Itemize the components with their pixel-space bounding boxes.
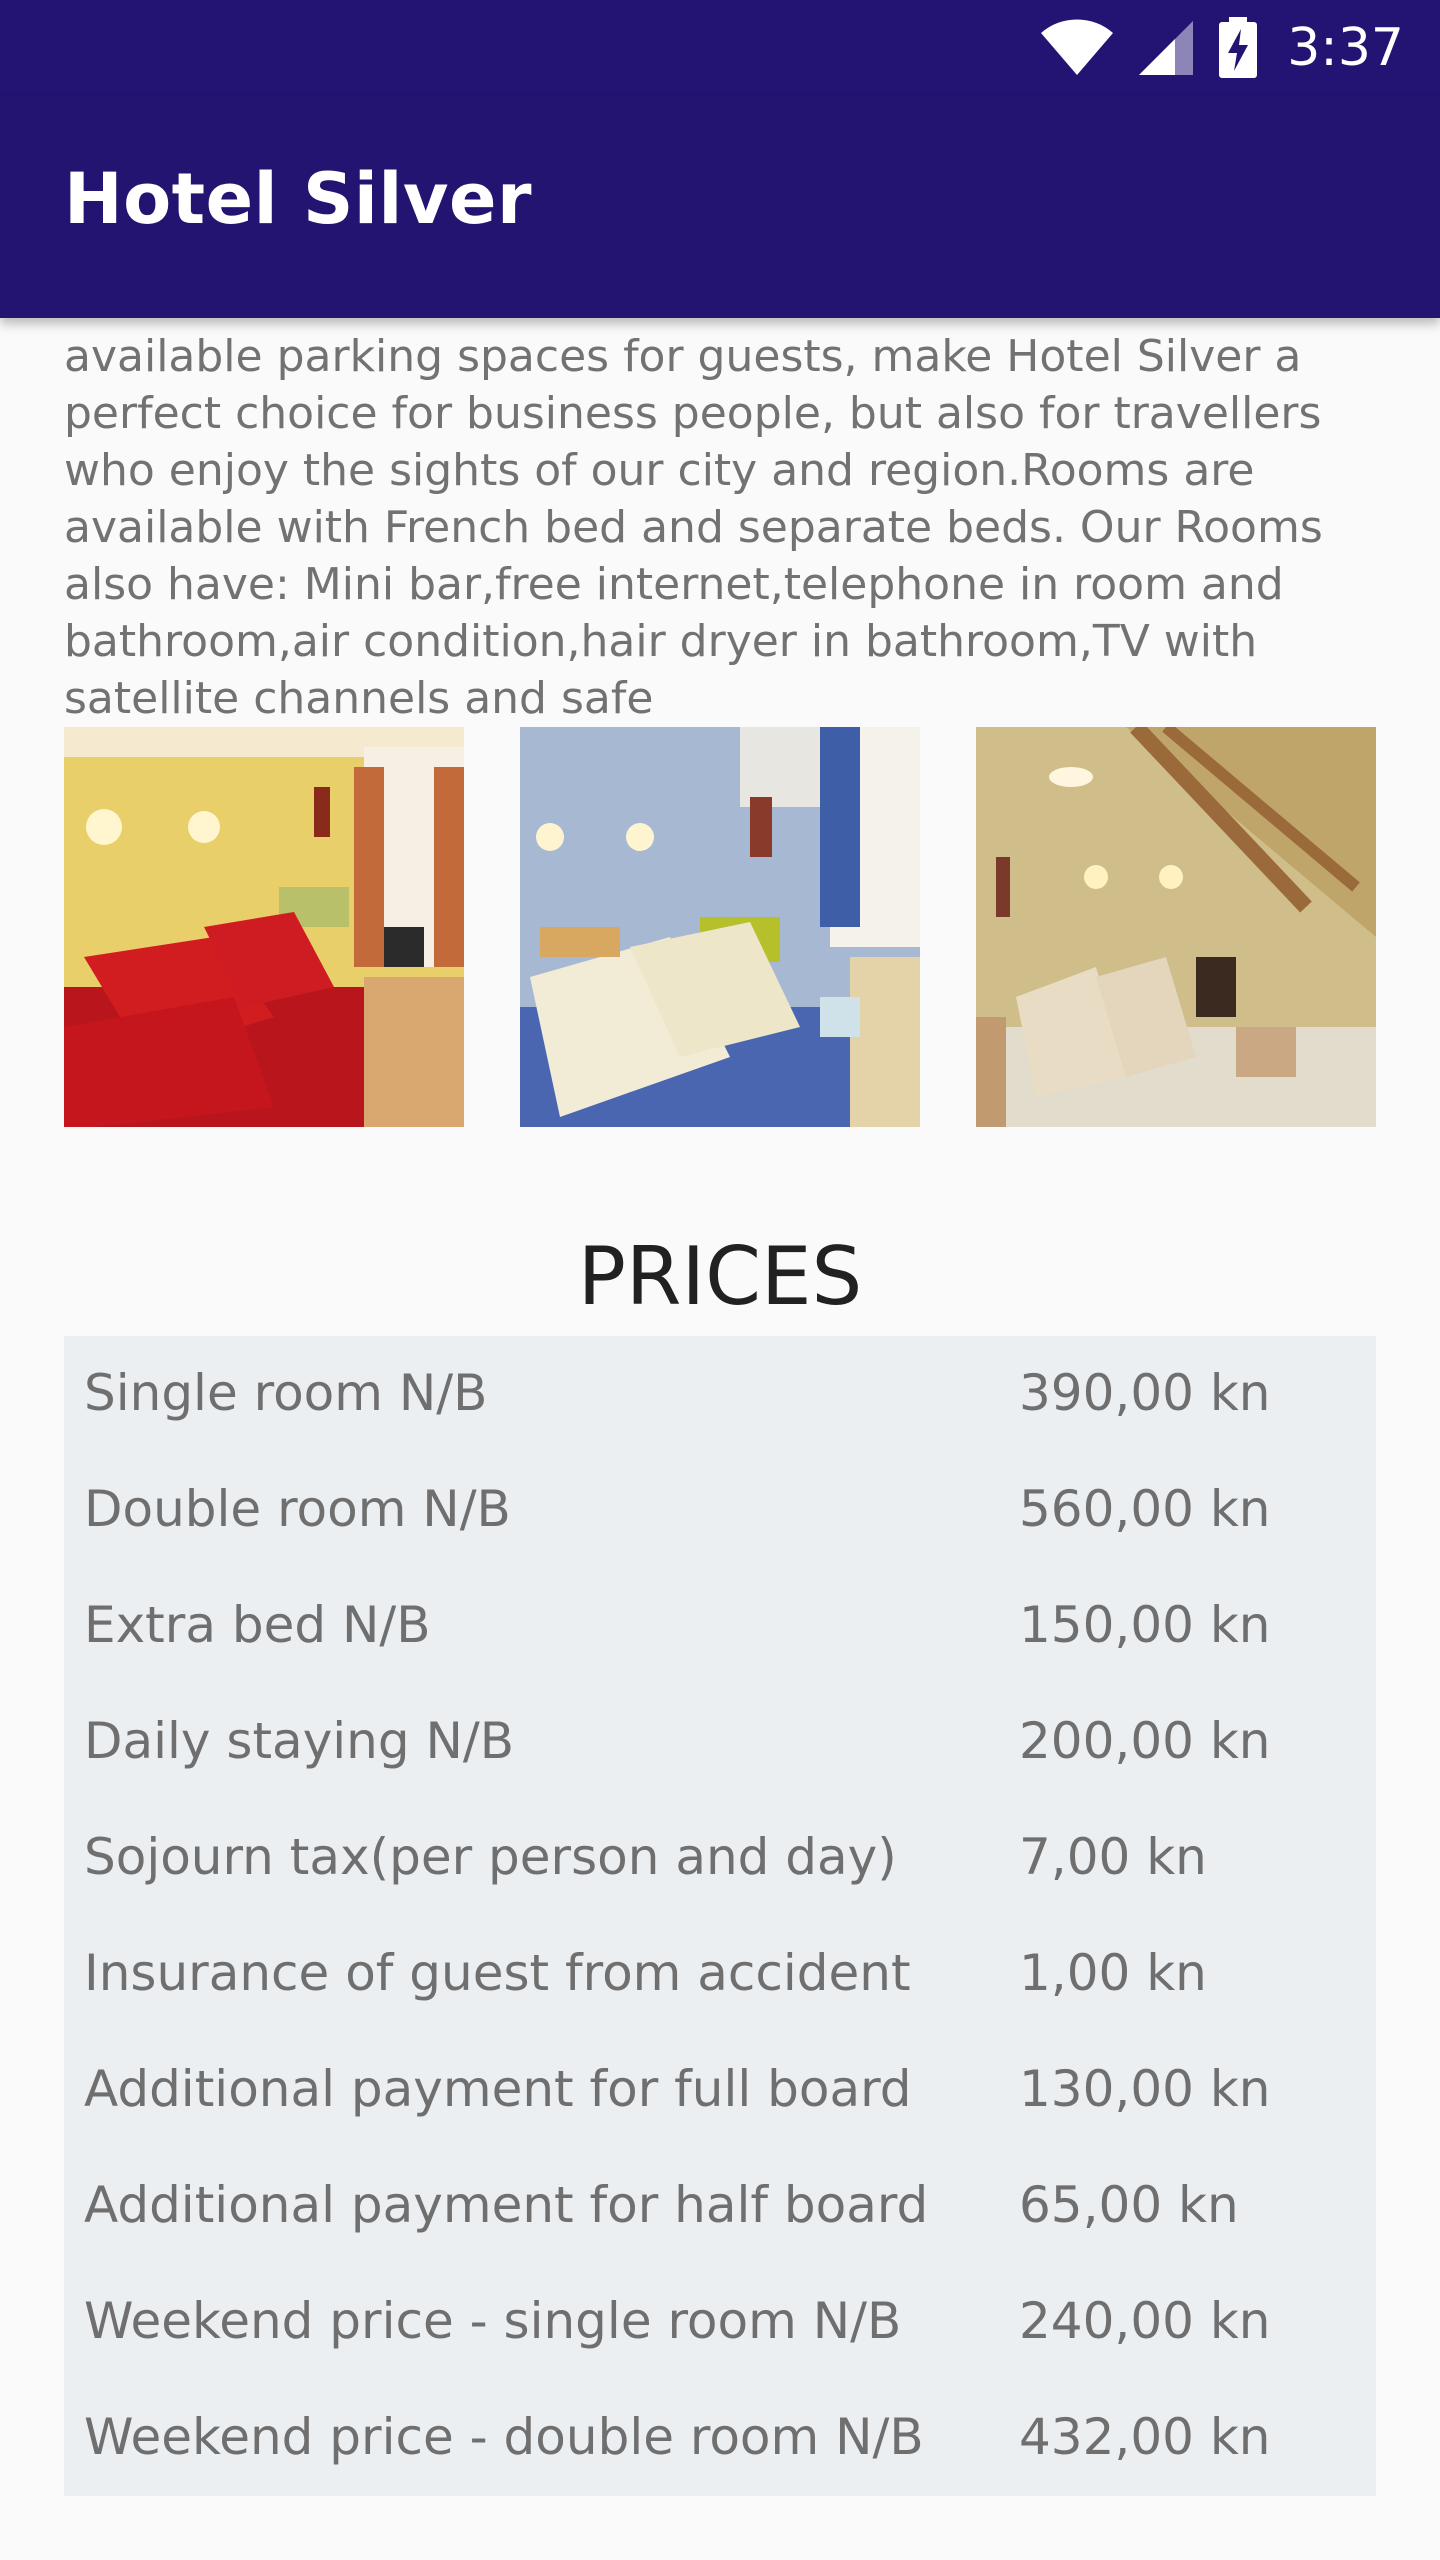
hotel-description: available parking spaces for guests, mak…	[64, 331, 1323, 724]
price-row: Single room N/B 390,00 kn	[64, 1336, 1376, 1452]
price-label: Double room N/B	[84, 1480, 511, 1538]
price-label: Daily staying N/B	[84, 1712, 515, 1770]
price-value: 1,00 kn	[1019, 1944, 1207, 2002]
price-table: Single room N/B 390,00 kn Double room N/…	[64, 1336, 1376, 2496]
price-value: 240,00 kn	[1019, 2292, 1271, 2350]
price-label: Weekend price - double room N/B	[84, 2408, 924, 2466]
prices-heading: PRICES	[577, 1230, 863, 1323]
price-label: Single room N/B	[84, 1364, 488, 1422]
price-value: 7,00 kn	[1019, 1828, 1207, 1886]
price-row: Weekend price - single room N/B 240,00 k…	[64, 2264, 1376, 2380]
room-photo-blue[interactable]	[520, 727, 920, 1127]
battery-charging-icon	[1217, 17, 1259, 79]
status-icons: 3:37	[1039, 17, 1404, 79]
price-label: Weekend price - single room N/B	[84, 2292, 902, 2350]
price-label: Extra bed N/B	[84, 1596, 431, 1654]
price-row: Extra bed N/B 150,00 kn	[64, 1568, 1376, 1684]
page-title: Hotel Silver	[64, 158, 533, 240]
price-label: Additional payment for full board	[84, 2060, 912, 2118]
room-gallery	[64, 727, 1376, 1127]
price-value: 130,00 kn	[1019, 2060, 1271, 2118]
status-time: 3:37	[1287, 18, 1404, 78]
status-bar: 3:37	[0, 0, 1440, 96]
price-row: Sojourn tax(per person and day) 7,00 kn	[64, 1800, 1376, 1916]
price-row: Insurance of guest from accident 1,00 kn	[64, 1916, 1376, 2032]
screen: 3:37 Hotel Silver available parking spac…	[0, 0, 1440, 2560]
app-bar: Hotel Silver	[0, 96, 1440, 318]
price-label: Insurance of guest from accident	[84, 1944, 911, 2002]
price-value: 432,00 kn	[1019, 2408, 1271, 2466]
wifi-icon	[1039, 19, 1115, 77]
price-row: Double room N/B 560,00 kn	[64, 1452, 1376, 1568]
price-value: 150,00 kn	[1019, 1596, 1271, 1654]
price-value: 390,00 kn	[1019, 1364, 1271, 1422]
price-row: Additional payment for full board 130,00…	[64, 2032, 1376, 2148]
price-label: Sojourn tax(per person and day)	[84, 1828, 897, 1886]
price-value: 200,00 kn	[1019, 1712, 1271, 1770]
price-value: 560,00 kn	[1019, 1480, 1271, 1538]
room-photo-attic[interactable]	[976, 727, 1376, 1127]
room-photo-red[interactable]	[64, 727, 464, 1127]
price-row: Daily staying N/B 200,00 kn	[64, 1684, 1376, 1800]
price-row: Additional payment for half board 65,00 …	[64, 2148, 1376, 2264]
cellular-signal-icon	[1137, 19, 1195, 77]
price-label: Additional payment for half board	[84, 2176, 929, 2234]
price-value: 65,00 kn	[1019, 2176, 1239, 2234]
price-row: Weekend price - double room N/B 432,00 k…	[64, 2380, 1376, 2496]
